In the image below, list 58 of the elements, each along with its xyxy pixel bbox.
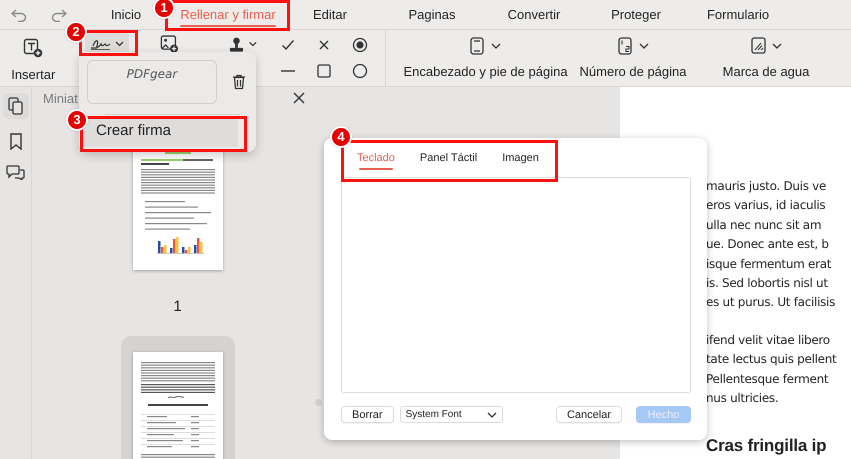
menu-tab[interactable]: Inicio	[110, 2, 142, 28]
page-number-icon[interactable]	[618, 37, 634, 55]
tool-label: Insertar	[11, 67, 56, 82]
dialog-tab[interactable]: Imagen	[502, 150, 539, 172]
body-text-line: nus ultricies.	[706, 390, 780, 408]
scrollbar-thumb[interactable]	[315, 399, 322, 406]
body-text-line: es ut purus. Ut facilisis	[706, 294, 836, 312]
signature-preview[interactable]: PDFgear	[87, 60, 217, 104]
menu-tab[interactable]: Convertir	[508, 2, 560, 28]
body-text-line: tate lectus quis pellent	[706, 351, 838, 368]
caret-icon[interactable]	[491, 43, 502, 49]
check-icon[interactable]	[281, 39, 296, 51]
tool-label: Encabezado y pie de página	[403, 64, 568, 79]
bookmark-icon[interactable]	[10, 133, 22, 150]
document-heading: Cras fringilla ip	[706, 436, 828, 456]
body-text-line: isque fermentum erat	[706, 256, 832, 273]
body-text-line: Pellentesque ferment	[706, 370, 830, 388]
body-text-line: ue. Donec ante est, b	[706, 236, 830, 254]
step-number-badge: 3	[66, 109, 88, 131]
radio-button-icon[interactable]	[352, 37, 368, 53]
tool-label: Número de página	[580, 64, 686, 79]
body-text-line: eros varius, id iaculis	[706, 197, 826, 214]
body-text-line: ifend velit vitae libero	[706, 332, 831, 349]
font-select[interactable]: System Font	[400, 406, 503, 423]
cancel-button[interactable]: Cancelar	[556, 406, 622, 423]
menu-tab[interactable]: Formulario	[706, 2, 770, 28]
caret-icon	[486, 412, 497, 418]
menu-tab[interactable]: Paginas	[408, 2, 456, 28]
page-thumbnail[interactable]	[120, 336, 234, 459]
thumbnails-tab[interactable]	[2, 93, 28, 119]
trash-icon[interactable]	[232, 74, 246, 90]
signature-text: PDFgear	[126, 67, 178, 83]
page-number-label: 1	[173, 298, 182, 316]
dialog-tab[interactable]: Panel Táctil	[420, 150, 478, 172]
menu-tab[interactable]: Proteger	[611, 2, 661, 28]
body-text-line: mauris justo. Duis ve	[706, 178, 828, 195]
square-icon[interactable]	[317, 64, 332, 78]
body-text-line: is. Sed lobortis nisl ut	[706, 275, 829, 292]
tool-label: Marca de agua	[722, 64, 810, 79]
menu-tab[interactable]: Editar	[313, 2, 347, 28]
redo-icon[interactable]	[51, 8, 67, 22]
circle-icon[interactable]	[352, 63, 368, 79]
signature-input-area[interactable]	[341, 177, 691, 393]
panel-title: Miniat	[43, 90, 78, 106]
line-icon[interactable]	[281, 69, 296, 73]
caret-icon[interactable]	[772, 43, 782, 49]
watermark-icon[interactable]	[750, 37, 767, 55]
body-text-line: ulla nec nunc sit am	[706, 216, 822, 234]
clear-button[interactable]: Borrar	[341, 406, 394, 423]
close-icon[interactable]	[318, 39, 330, 51]
page-header-icon[interactable]	[470, 37, 486, 55]
image-add-icon[interactable]	[160, 34, 180, 54]
comments-icon[interactable]	[6, 164, 26, 180]
step-number-badge: 4	[330, 126, 352, 148]
undo-icon[interactable]	[11, 8, 27, 22]
close-icon[interactable]	[293, 92, 305, 104]
text-insert-icon[interactable]	[23, 38, 44, 58]
caret-icon[interactable]	[638, 43, 649, 49]
